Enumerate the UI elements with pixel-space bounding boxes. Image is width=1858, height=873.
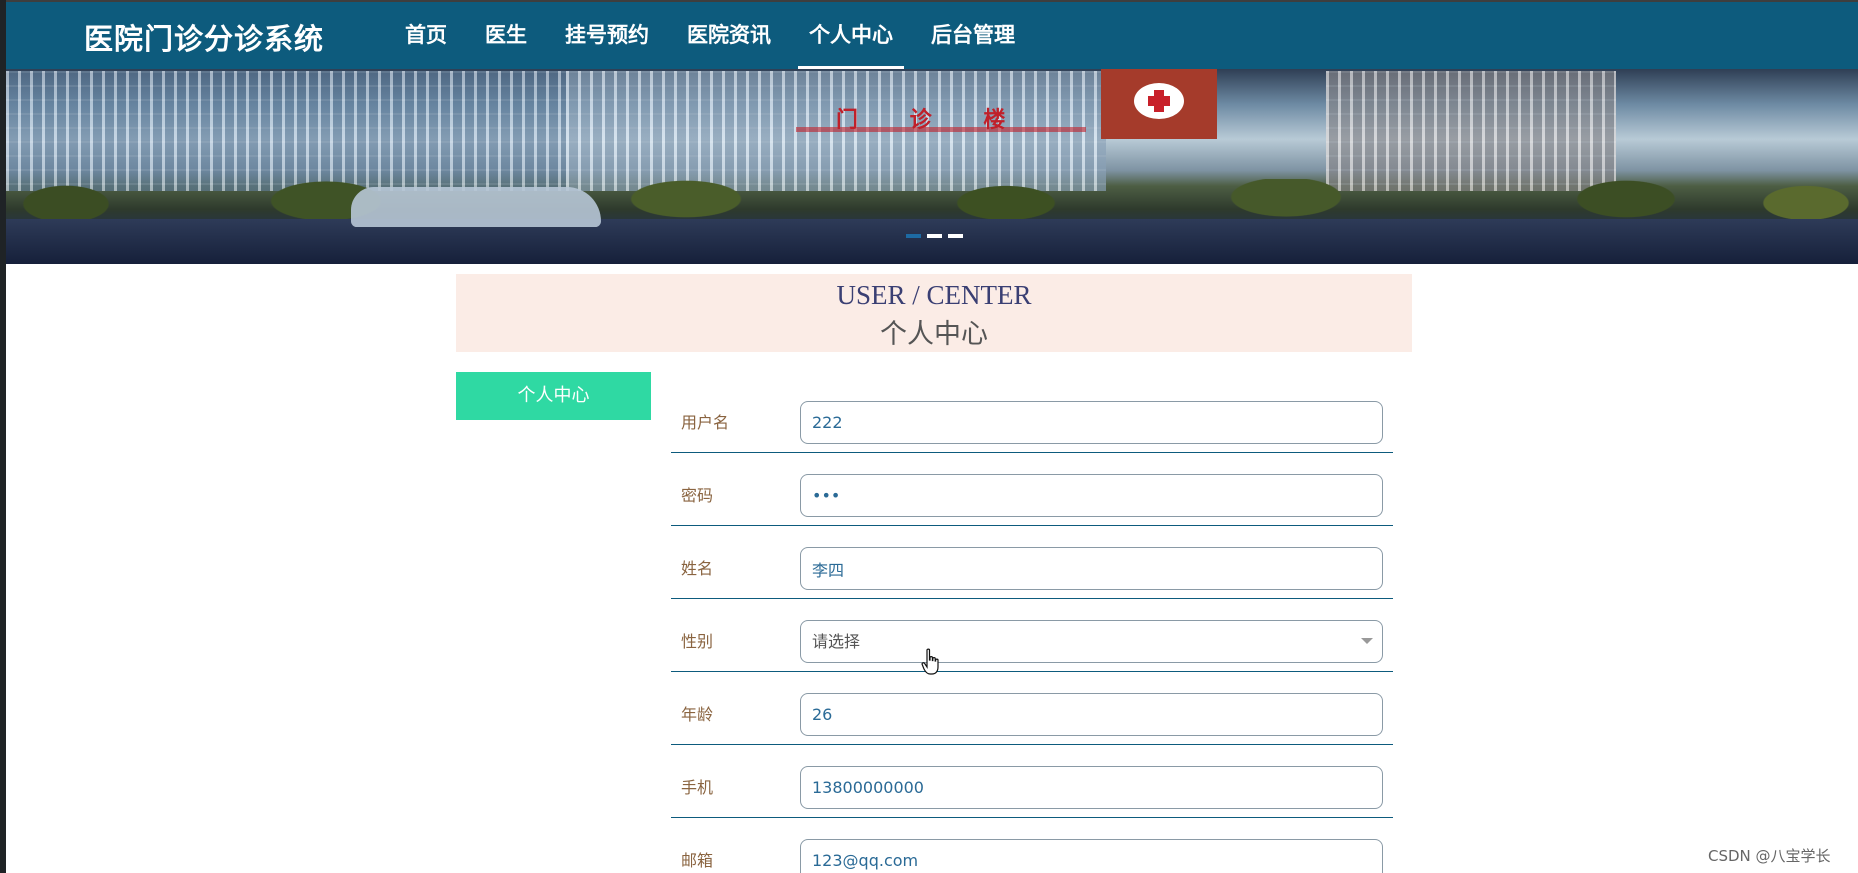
profile-form: 用户名 密码 ••• 姓名 性别 请选择 年龄 手机 邮箱 <box>671 380 1393 873</box>
nav-item-appointment[interactable]: 挂号预约 <box>546 2 668 69</box>
email-field[interactable] <box>800 839 1383 873</box>
form-row-email: 邮箱 <box>671 818 1393 873</box>
name-label: 姓名 <box>681 559 714 578</box>
section-header: USER / CENTER 个人中心 <box>456 274 1412 352</box>
age-field[interactable] <box>800 693 1383 736</box>
form-row-name: 姓名 <box>671 526 1393 599</box>
carousel-dot-1[interactable] <box>906 234 921 238</box>
banner-car <box>351 187 601 227</box>
nav-item-news[interactable]: 医院资讯 <box>668 2 790 69</box>
gender-select-value: 请选择 <box>812 632 861 651</box>
site-title: 医院门诊分诊系统 <box>84 22 325 56</box>
form-row-username: 用户名 <box>671 380 1393 453</box>
banner-building-left <box>6 71 566 191</box>
name-field[interactable] <box>800 547 1383 590</box>
hand-pointer-cursor-icon <box>921 648 939 675</box>
banner-building-right <box>1326 71 1616 191</box>
banner-sign-underline <box>796 127 1086 132</box>
nav-item-admin[interactable]: 后台管理 <box>912 2 1034 69</box>
username-label: 用户名 <box>681 413 730 432</box>
email-label: 邮箱 <box>681 851 714 870</box>
banner-road <box>6 219 1858 264</box>
form-row-phone: 手机 <box>671 745 1393 818</box>
main-nav: 首页 医生 挂号预约 医院资讯 个人中心 后台管理 <box>386 2 1034 69</box>
password-field[interactable]: ••• <box>800 474 1383 517</box>
top-navbar: 医院门诊分诊系统 首页 医生 挂号预约 医院资讯 个人中心 后台管理 <box>6 0 1858 69</box>
username-field[interactable] <box>800 401 1383 444</box>
carousel-indicators <box>906 234 963 238</box>
section-title-cn: 个人中心 <box>880 319 988 349</box>
phone-label: 手机 <box>681 778 714 797</box>
nav-item-user-center[interactable]: 个人中心 <box>790 2 912 69</box>
form-row-password: 密码 ••• <box>671 453 1393 526</box>
carousel-dot-3[interactable] <box>948 234 963 238</box>
hero-banner-carousel: 门 诊 楼 <box>6 69 1858 264</box>
age-label: 年龄 <box>681 705 714 724</box>
form-row-gender: 性别 请选择 <box>671 599 1393 672</box>
password-label: 密码 <box>681 486 714 505</box>
hospital-cross-icon <box>1134 83 1184 119</box>
nav-item-home[interactable]: 首页 <box>386 2 466 69</box>
carousel-dot-2[interactable] <box>927 234 942 238</box>
phone-field[interactable] <box>800 766 1383 809</box>
gender-label: 性别 <box>681 632 714 651</box>
nav-item-doctors[interactable]: 医生 <box>466 2 546 69</box>
chevron-down-icon <box>1361 638 1373 644</box>
sidebar-user-center-button[interactable]: 个人中心 <box>456 372 651 420</box>
form-row-age: 年龄 <box>671 672 1393 745</box>
gender-select[interactable]: 请选择 <box>800 620 1383 663</box>
watermark-text: CSDN @八宝学长 <box>1708 847 1831 865</box>
section-title-en: USER / CENTER <box>836 280 1032 310</box>
